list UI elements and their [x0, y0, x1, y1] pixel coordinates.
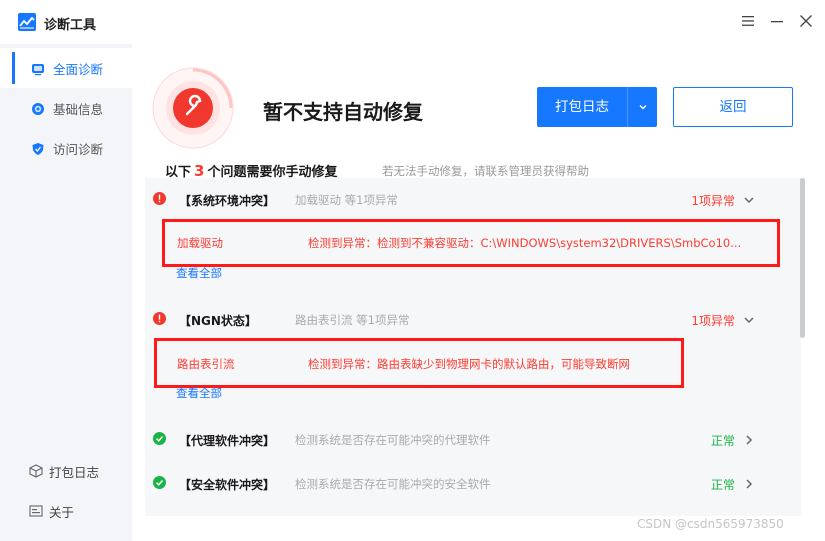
package-icon	[29, 464, 43, 478]
close-button[interactable]	[795, 10, 817, 32]
repair-status-icon	[152, 67, 234, 149]
row-title: 【系统环境冲突】	[179, 194, 276, 208]
sidebar-item-full-diagnosis[interactable]: 全面诊断	[0, 48, 132, 88]
menu-button[interactable]	[737, 10, 759, 32]
menu-icon	[742, 16, 754, 26]
check-circle-icon	[153, 432, 166, 445]
detail-key: 加载驱动	[177, 236, 223, 250]
title-bar: 诊断工具	[0, 0, 825, 44]
detail-value: 检测到异常：检测到不兼容驱动：C:\WINDOWS\system32\DRIVE…	[308, 236, 742, 250]
info-icon	[32, 103, 44, 115]
monitor-icon	[32, 64, 44, 76]
row-status: 1项异常	[691, 314, 735, 328]
diagnosis-row-ngn-status[interactable]: 【NGN状态】 路由表引流 等1项异常 1项异常	[145, 310, 801, 330]
export-log-split-button[interactable]: 打包日志	[537, 87, 657, 127]
minimize-button[interactable]	[766, 10, 788, 32]
chevron-down-icon[interactable]	[743, 194, 755, 206]
sidebar-item-label: 全面诊断	[53, 61, 104, 77]
detail-value: 检测到异常：路由表缺少到物理网卡的默认路由，可能导致断网	[308, 357, 630, 371]
sidebar-item-label: 基础信息	[53, 101, 104, 117]
watermark: CSDN @csdn565973850	[637, 517, 784, 531]
shield-icon	[32, 143, 44, 155]
export-options-dropdown[interactable]	[628, 87, 657, 127]
detail-key: 路由表引流	[177, 357, 235, 371]
diagnosis-row-proxy-conflict[interactable]: 【代理软件冲突】 检测系统是否存在可能冲突的代理软件 正常	[145, 430, 801, 450]
row-desc: 检测系统是否存在可能冲突的代理软件	[295, 433, 491, 447]
row-status: 正常	[710, 434, 735, 448]
export-log-button[interactable]: 打包日志	[537, 87, 627, 127]
summary-hint: 若无法手动修复，请联系管理员获得帮助	[382, 164, 589, 178]
view-all-link[interactable]: 查看全部	[176, 385, 222, 401]
chevron-down-icon	[639, 105, 646, 110]
issue-detail-highlight: 路由表引流 检测到异常：路由表缺少到物理网卡的默认路由，可能导致断网	[154, 338, 684, 388]
window-title: 诊断工具	[44, 18, 97, 33]
check-circle-icon	[153, 476, 166, 489]
about-icon	[29, 505, 43, 517]
sidebar-export-log[interactable]: 打包日志	[0, 456, 132, 486]
close-icon	[800, 15, 812, 27]
back-button[interactable]: 返回	[673, 87, 793, 127]
diagnosis-row-security-conflict[interactable]: 【安全软件冲突】 检测系统是否存在可能冲突的安全软件 正常	[145, 474, 801, 494]
error-icon	[153, 312, 166, 325]
sidebar-item-label: 访问诊断	[53, 141, 104, 157]
issue-detail-highlight: 加载驱动 检测到异常：检测到不兼容驱动：C:\WINDOWS\system32\…	[162, 219, 780, 267]
row-status: 正常	[710, 478, 735, 492]
row-title: 【NGN状态】	[179, 314, 257, 328]
chevron-right-icon[interactable]	[743, 478, 755, 490]
row-title: 【安全软件冲突】	[179, 478, 276, 492]
row-desc: 检测系统是否存在可能冲突的安全软件	[295, 477, 491, 491]
sidebar-item-basic-info[interactable]: 基础信息	[0, 88, 132, 128]
sidebar: 全面诊断 基础信息 访问诊断 打包日志 关于	[0, 44, 132, 541]
row-status: 1项异常	[691, 194, 735, 208]
sidebar-about[interactable]: 关于	[0, 496, 132, 526]
chevron-right-icon[interactable]	[743, 434, 755, 446]
row-title: 【代理软件冲突】	[179, 434, 276, 448]
chevron-down-icon[interactable]	[743, 314, 755, 326]
error-icon	[153, 192, 166, 205]
minimize-icon	[771, 21, 783, 23]
sidebar-item-access-diagnosis[interactable]: 访问诊断	[0, 128, 132, 168]
row-desc: 路由表引流 等1项异常	[295, 313, 410, 327]
sidebar-bottom-label: 关于	[49, 504, 75, 520]
chart-logo-icon	[18, 13, 36, 31]
diagnosis-row-system-env[interactable]: 【系统环境冲突】 加载驱动 等1项异常 1项异常	[145, 190, 801, 210]
status-title: 暂不支持自动修复	[263, 100, 423, 124]
sidebar-bottom-label: 打包日志	[49, 464, 100, 480]
row-desc: 加载驱动 等1项异常	[295, 193, 398, 207]
view-all-link[interactable]: 查看全部	[176, 265, 222, 281]
